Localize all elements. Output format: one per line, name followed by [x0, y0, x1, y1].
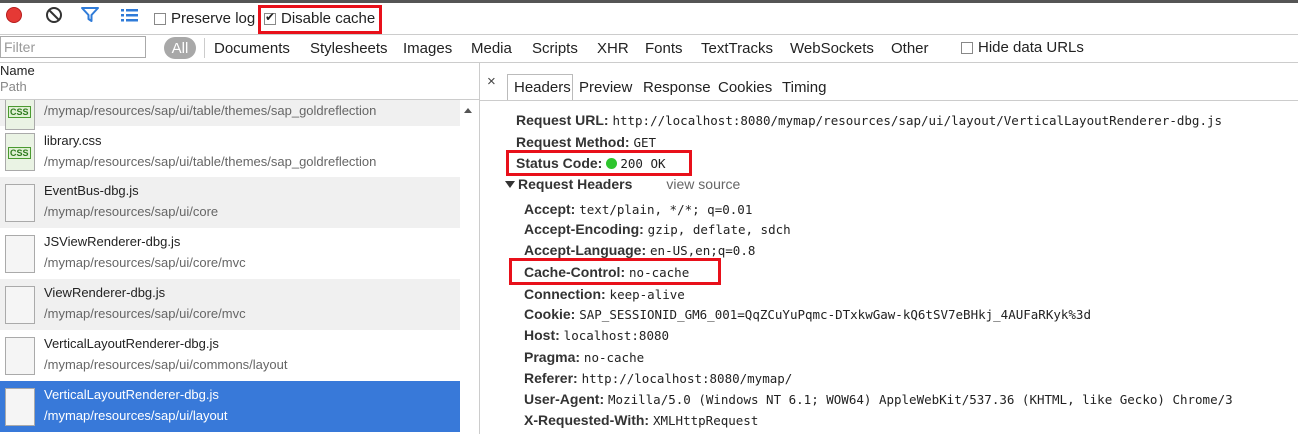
overview-icon [121, 9, 138, 22]
filter-divider [0, 62, 1298, 63]
record-button[interactable] [4, 6, 24, 24]
tab-preview[interactable]: Preview [573, 74, 638, 101]
request-headers-title: Request Headers [518, 176, 633, 192]
request-path: /mymap/resources/sap/ui/table/themes/sap… [44, 103, 377, 118]
header-x-requested-with: X-Requested-With: XMLHttpRequest [524, 412, 759, 428]
overview-toggle-button[interactable] [120, 6, 140, 24]
column-header[interactable]: Name Path [0, 63, 35, 95]
expand-triangle-icon [505, 181, 515, 188]
clear-button[interactable] [44, 6, 64, 24]
header-pragma: Pragma: no-cache [524, 349, 645, 365]
request-name: ViewRenderer-dbg.js [44, 285, 166, 300]
close-icon[interactable]: × [487, 73, 496, 90]
request-method-line: Request Method: GET [516, 134, 657, 150]
filter-bar: All Documents Stylesheets Images Media S… [0, 34, 1298, 62]
highlight-disable-cache [258, 5, 382, 34]
file-icon [5, 286, 35, 324]
preserve-log-box[interactable] [154, 12, 166, 25]
scroll-up-arrow-icon[interactable] [464, 108, 472, 113]
filter-stylesheets[interactable]: Stylesheets [310, 40, 388, 57]
header-referer: Referer: http://localhost:8080/mymap/ [524, 370, 793, 386]
hide-data-urls-box[interactable] [961, 41, 973, 54]
request-row[interactable]: EventBus-dbg.js /mymap/resources/sap/ui/… [0, 177, 460, 228]
request-row-selected[interactable]: VerticalLayoutRenderer-dbg.js /mymap/res… [0, 381, 460, 432]
request-method-value: GET [633, 135, 657, 150]
request-path: /mymap/resources/sap/ui/layout [44, 408, 228, 423]
header-user-agent: User-Agent: Mozilla/5.0 (Windows NT 6.1;… [524, 391, 1233, 407]
request-name: JSViewRenderer-dbg.js [44, 234, 181, 249]
request-name: VerticalLayoutRenderer-dbg.js [44, 336, 219, 351]
filter-other[interactable]: Other [891, 40, 929, 57]
filter-scripts[interactable]: Scripts [532, 40, 578, 57]
request-row[interactable]: VerticalLayoutRenderer-dbg.js /mymap/res… [0, 330, 460, 381]
request-name: library.css [44, 133, 102, 148]
css-file-icon: CSS [5, 133, 35, 171]
filter-xhr[interactable]: XHR [597, 40, 629, 57]
filter-input[interactable] [0, 36, 146, 58]
file-icon [5, 388, 35, 426]
file-icon [5, 337, 35, 375]
request-row[interactable]: CSS library.css /mymap/resources/sap/ui/… [0, 126, 460, 177]
filter-fonts[interactable]: Fonts [645, 40, 683, 57]
request-path: /mymap/resources/sap/ui/core/mvc [44, 306, 246, 321]
panel-divider[interactable] [479, 62, 480, 434]
header-accept: Accept: text/plain, */*; q=0.01 [524, 201, 753, 217]
clear-icon [46, 7, 62, 23]
tab-cookies[interactable]: Cookies [712, 74, 778, 101]
filter-texttracks[interactable]: TextTracks [701, 40, 773, 57]
request-path: /mymap/resources/sap/ui/commons/layout [44, 357, 288, 372]
hide-data-urls-checkbox[interactable]: Hide data URLs [961, 39, 1084, 56]
filter-websockets[interactable]: WebSockets [790, 40, 874, 57]
file-icon [5, 235, 35, 273]
column-path-label: Path [0, 79, 27, 94]
request-path: /mymap/resources/sap/ui/table/themes/sap… [44, 154, 377, 169]
request-row[interactable]: ViewRenderer-dbg.js /mymap/resources/sap… [0, 279, 460, 330]
filter-documents[interactable]: Documents [214, 40, 290, 57]
hide-data-urls-label: Hide data URLs [978, 39, 1084, 56]
window-top-border [0, 0, 1298, 3]
highlight-cache-control [509, 258, 721, 285]
filter-media[interactable]: Media [471, 40, 512, 57]
filter-icon [81, 7, 99, 22]
header-host: Host: localhost:8080 [524, 327, 670, 343]
tab-timing[interactable]: Timing [776, 74, 832, 101]
request-row[interactable]: JSViewRenderer-dbg.js /mymap/resources/s… [0, 228, 460, 279]
tab-response[interactable]: Response [637, 74, 717, 101]
filter-all-button[interactable]: All [164, 37, 196, 59]
request-url-value: http://localhost:8080/mymap/resources/sa… [612, 113, 1223, 128]
highlight-status-code [506, 150, 692, 176]
view-source-link[interactable]: view source [666, 176, 740, 192]
request-name: EventBus-dbg.js [44, 183, 139, 198]
request-name: VerticalLayoutRenderer-dbg.js [44, 387, 219, 402]
filter-separator [204, 38, 205, 58]
record-icon [6, 7, 22, 23]
tab-headers[interactable]: Headers [507, 74, 573, 101]
header-connection: Connection: keep-alive [524, 286, 685, 302]
request-headers-section[interactable]: Request Headers view source [505, 176, 740, 192]
request-path: /mymap/resources/sap/ui/core/mvc [44, 255, 246, 270]
request-path: /mymap/resources/sap/ui/core [44, 204, 219, 219]
preserve-log-label: Preserve log [171, 10, 256, 27]
column-name-label: Name [0, 63, 35, 78]
request-list: CSS /mymap/resources/sap/ui/table/themes… [0, 100, 460, 434]
filter-images[interactable]: Images [403, 40, 452, 57]
filter-toggle-button[interactable] [80, 6, 100, 24]
request-row[interactable]: CSS /mymap/resources/sap/ui/table/themes… [0, 100, 460, 130]
tabs-divider [480, 100, 1298, 101]
header-accept-language: Accept-Language: en-US,en;q=0.8 [524, 242, 756, 258]
header-cookie: Cookie: SAP_SESSIONID_GM6_001=QqZCuYuPqm… [524, 306, 1091, 322]
header-accept-encoding: Accept-Encoding: gzip, deflate, sdch [524, 221, 791, 237]
request-url-line: Request URL: http://localhost:8080/mymap… [516, 112, 1223, 128]
file-icon [5, 184, 35, 222]
preserve-log-checkbox[interactable]: Preserve log [154, 10, 255, 27]
